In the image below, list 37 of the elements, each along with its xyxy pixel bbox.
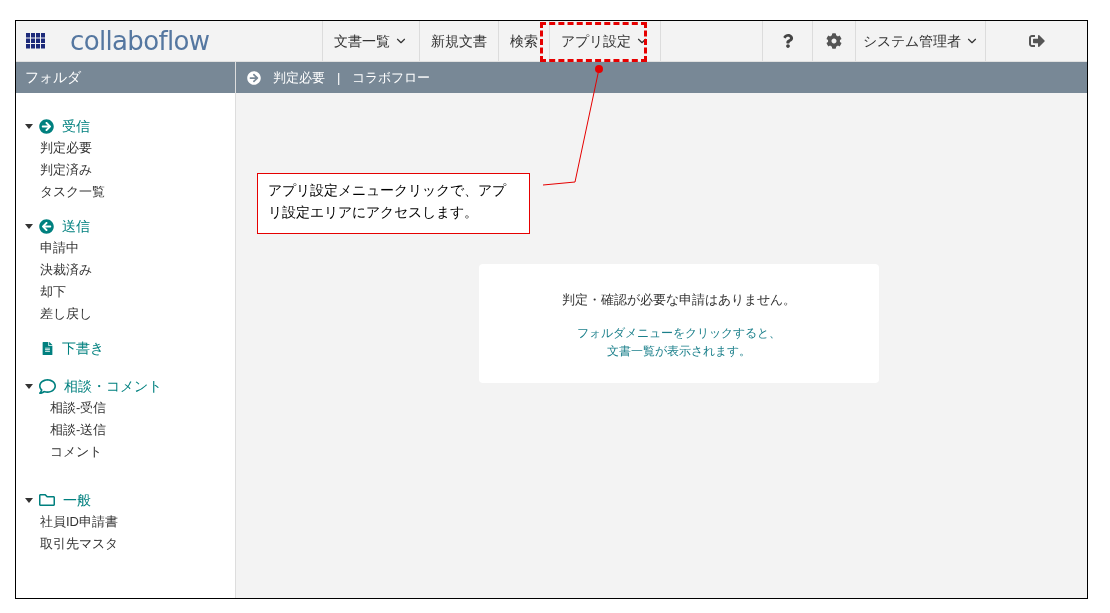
folder-item[interactable]: コメント [25,441,102,463]
grid-menu-icon[interactable] [26,33,46,49]
folder-item[interactable]: 申請中 [25,237,79,259]
document-icon [41,341,54,355]
folder-section[interactable]: 相談・コメント [25,375,162,397]
nav-menu-item[interactable]: 新規文書 [419,21,498,61]
folder-item[interactable]: 相談-受信 [25,397,107,419]
empty-state-hint: 文書一覧が表示されます。 [607,342,751,360]
folder-section[interactable]: 下書き [25,337,104,359]
folder-item[interactable]: 決裁済み [25,259,92,281]
sidebar-title: フォルダ [16,62,235,93]
callout-box: アプリ設定メニュークリックで、アプリ設定エリアにアクセスします。 [257,173,530,234]
logout-icon [1028,33,1045,49]
empty-state-hint: フォルダメニューをクリックすると、 [577,324,781,342]
nav-menu-item[interactable]: 文書一覧 [322,21,419,61]
folder-item[interactable]: 判定必要 [25,137,92,159]
logo: collaboflow [70,28,210,54]
breadcrumb-text: コラボフロー [352,68,431,87]
nav-menu-item[interactable]: アプリ設定 [549,21,660,61]
folder-item[interactable]: 差し戻し [25,303,92,325]
folder-item[interactable]: 相談-送信 [25,419,107,441]
folder-item[interactable]: 社員ID申請書 [25,511,118,533]
folder-section[interactable]: 送信 [25,215,90,237]
user-menu[interactable]: システム管理者 [855,21,985,61]
settings-icon [826,33,842,49]
folder-item[interactable]: 取引先マスタ [25,533,118,555]
folder-item[interactable]: 却下 [25,281,66,303]
breadcrumb-separator: | [337,68,341,87]
nav-menu-item[interactable]: 検索 [498,21,549,61]
folder-item[interactable]: タスク一覧 [25,181,105,203]
breadcrumb-text: 判定必要 [273,68,325,87]
empty-state-message: 判定・確認が必要な申請はありません。 [562,291,796,309]
folder-item[interactable]: 判定済み [25,159,92,181]
folder-icon [39,492,55,508]
folder-section[interactable]: 一般 [25,489,91,511]
folder-section[interactable]: 受信 [25,115,90,137]
speech-bubble-icon [39,377,56,395]
